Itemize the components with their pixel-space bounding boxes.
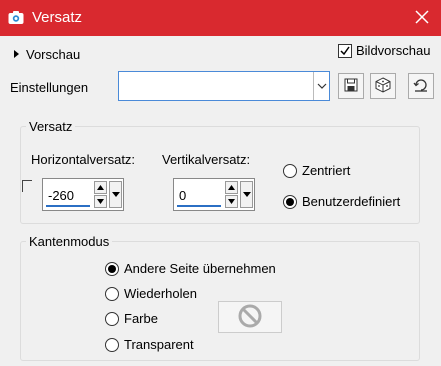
chevron-down-icon[interactable] xyxy=(313,72,329,100)
horizontal-offset-label: Horizontalversatz: xyxy=(31,152,136,167)
radio-button[interactable] xyxy=(105,286,119,301)
radio-transparent-label: Transparent xyxy=(124,337,194,352)
radio-button[interactable] xyxy=(105,337,119,352)
arrow-up-icon xyxy=(97,185,104,190)
arrow-down-icon xyxy=(97,199,104,204)
horizontal-offset-spinner[interactable]: -260 xyxy=(42,178,124,211)
close-button[interactable] xyxy=(411,7,433,29)
radio-color-label: Farbe xyxy=(124,311,158,326)
slider-dropdown-button[interactable] xyxy=(240,181,253,208)
dropdown-arrow-icon xyxy=(111,192,120,197)
preview-toggle[interactable]: Vorschau xyxy=(14,44,80,64)
radio-centered[interactable]: Zentriert xyxy=(283,163,350,178)
save-preset-icon xyxy=(344,78,358,95)
settings-dropdown[interactable] xyxy=(118,71,330,101)
image-preview-checkbox[interactable]: Bildvorschau xyxy=(338,43,430,58)
camera-icon xyxy=(8,10,24,26)
preview-toggle-label: Vorschau xyxy=(26,46,81,62)
link-toggle[interactable] xyxy=(22,180,32,192)
vertical-offset-label: Vertikalversatz: xyxy=(162,152,251,167)
arrow-down-icon xyxy=(228,199,235,204)
expand-arrow-icon xyxy=(14,50,19,58)
close-icon xyxy=(415,9,429,27)
arrow-up-icon xyxy=(228,185,235,190)
increment-button[interactable] xyxy=(94,181,107,194)
reset-icon xyxy=(413,77,429,96)
radio-repeat-label: Wiederholen xyxy=(124,286,197,301)
title-bar: Versatz xyxy=(0,0,441,36)
checkmark-icon xyxy=(340,46,350,55)
radio-transparent[interactable]: Transparent xyxy=(105,337,194,352)
input-underline xyxy=(46,205,90,207)
radio-repeat[interactable]: Wiederholen xyxy=(105,286,197,301)
disabled-icon xyxy=(237,303,263,332)
radio-button[interactable] xyxy=(283,163,297,178)
radio-wrap-other-side[interactable]: Andere Seite übernehmen xyxy=(105,261,276,276)
decrement-button[interactable] xyxy=(225,195,238,208)
window-title: Versatz xyxy=(32,9,83,26)
radio-button[interactable] xyxy=(105,311,119,326)
radio-custom-label: Benutzerdefiniert xyxy=(302,194,401,209)
vertical-offset-spinner[interactable]: 0 xyxy=(173,178,255,211)
offset-group-legend: Versatz xyxy=(26,119,76,134)
edge-mode-legend: Kantenmodus xyxy=(26,234,113,249)
randomize-button[interactable] xyxy=(370,73,396,99)
radio-button[interactable] xyxy=(105,261,119,276)
save-preset-button[interactable] xyxy=(338,73,364,99)
checkbox[interactable] xyxy=(338,43,352,58)
radio-color[interactable]: Farbe xyxy=(105,311,158,326)
radio-custom[interactable]: Benutzerdefiniert xyxy=(283,194,400,209)
radio-wrap-label: Andere Seite übernehmen xyxy=(124,261,276,276)
settings-label: Einstellungen xyxy=(10,80,89,95)
horizontal-offset-value[interactable]: -260 xyxy=(48,188,74,203)
decrement-button[interactable] xyxy=(94,195,107,208)
slider-dropdown-button[interactable] xyxy=(109,181,122,208)
image-preview-label: Bildvorschau xyxy=(356,43,431,58)
dropdown-arrow-icon xyxy=(242,192,251,197)
randomize-dice-icon xyxy=(375,76,391,96)
color-swatch-button[interactable] xyxy=(218,301,282,333)
increment-button[interactable] xyxy=(225,181,238,194)
radio-button[interactable] xyxy=(283,194,297,209)
input-underline xyxy=(177,205,221,207)
reset-button[interactable] xyxy=(408,73,434,99)
vertical-offset-value[interactable]: 0 xyxy=(179,188,186,203)
radio-centered-label: Zentriert xyxy=(302,163,351,178)
